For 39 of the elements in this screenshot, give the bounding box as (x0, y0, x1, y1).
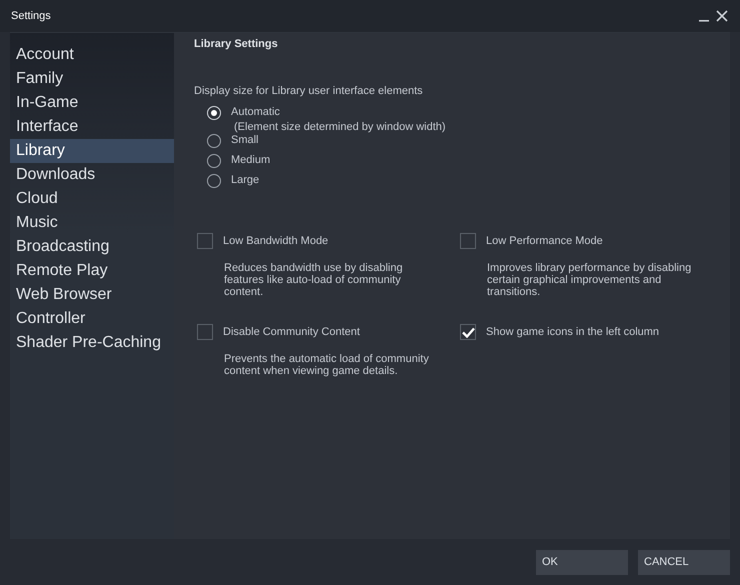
sidebar-item[interactable]: Remote Play (10, 259, 174, 283)
option-label: Display size for Library user interface elements (194, 85, 424, 97)
checkbox-label: Low Bandwidth Mode (223, 235, 328, 247)
radio-note: (Element size determined by window width) (233, 121, 446, 133)
sidebar-item[interactable]: Interface (10, 115, 174, 139)
sidebar-item[interactable]: Broadcasting (10, 235, 174, 259)
radio-button[interactable] (207, 154, 221, 168)
close-icon[interactable] (716, 10, 728, 22)
sidebar-item[interactable]: Music (10, 211, 174, 235)
checkbox[interactable] (197, 324, 213, 340)
radio-label: Automatic (231, 106, 281, 118)
checkbox[interactable] (460, 233, 476, 249)
sidebar-item[interactable]: Shader Pre-Caching (10, 331, 174, 355)
radio-button[interactable] (207, 106, 221, 120)
sidebar-item[interactable]: Downloads (10, 163, 174, 187)
option-description: Reduces bandwidth use by disabling features like auto-load of community content. (223, 262, 404, 298)
checkbox-label: Disable Community Content (223, 326, 360, 338)
sidebar-item[interactable]: Library (10, 139, 174, 163)
cancel-button[interactable]: CANCEL (638, 550, 730, 574)
sidebar-item[interactable]: Family (10, 67, 174, 91)
sidebar-item[interactable]: Controller (10, 307, 174, 331)
sidebar-item[interactable]: Cloud (10, 187, 174, 211)
window-title: Settings (11, 10, 51, 22)
radio-label: Large (231, 174, 260, 186)
radio-label: Small (231, 134, 259, 146)
sidebar-item[interactable]: Account (10, 43, 174, 67)
checkbox[interactable] (460, 324, 476, 340)
ok-button[interactable]: OK (536, 550, 628, 574)
radio-button[interactable] (207, 134, 221, 148)
option-description: Improves library performance by disabling certain graphical improvements and transitions. (486, 262, 692, 298)
sidebar-item[interactable]: In-Game (10, 91, 174, 115)
checkbox-label: Low Performance Mode (486, 235, 603, 247)
checkbox[interactable] (197, 233, 213, 249)
checkbox-label: Show game icons in the left column (486, 326, 660, 338)
radio-label: Medium (231, 154, 270, 166)
section-heading: Library Settings (194, 38, 279, 50)
radio-button[interactable] (207, 174, 221, 188)
sidebar-item[interactable]: Web Browser (10, 283, 174, 307)
option-description: Prevents the automatic load of community content when viewing game details. (223, 353, 430, 377)
